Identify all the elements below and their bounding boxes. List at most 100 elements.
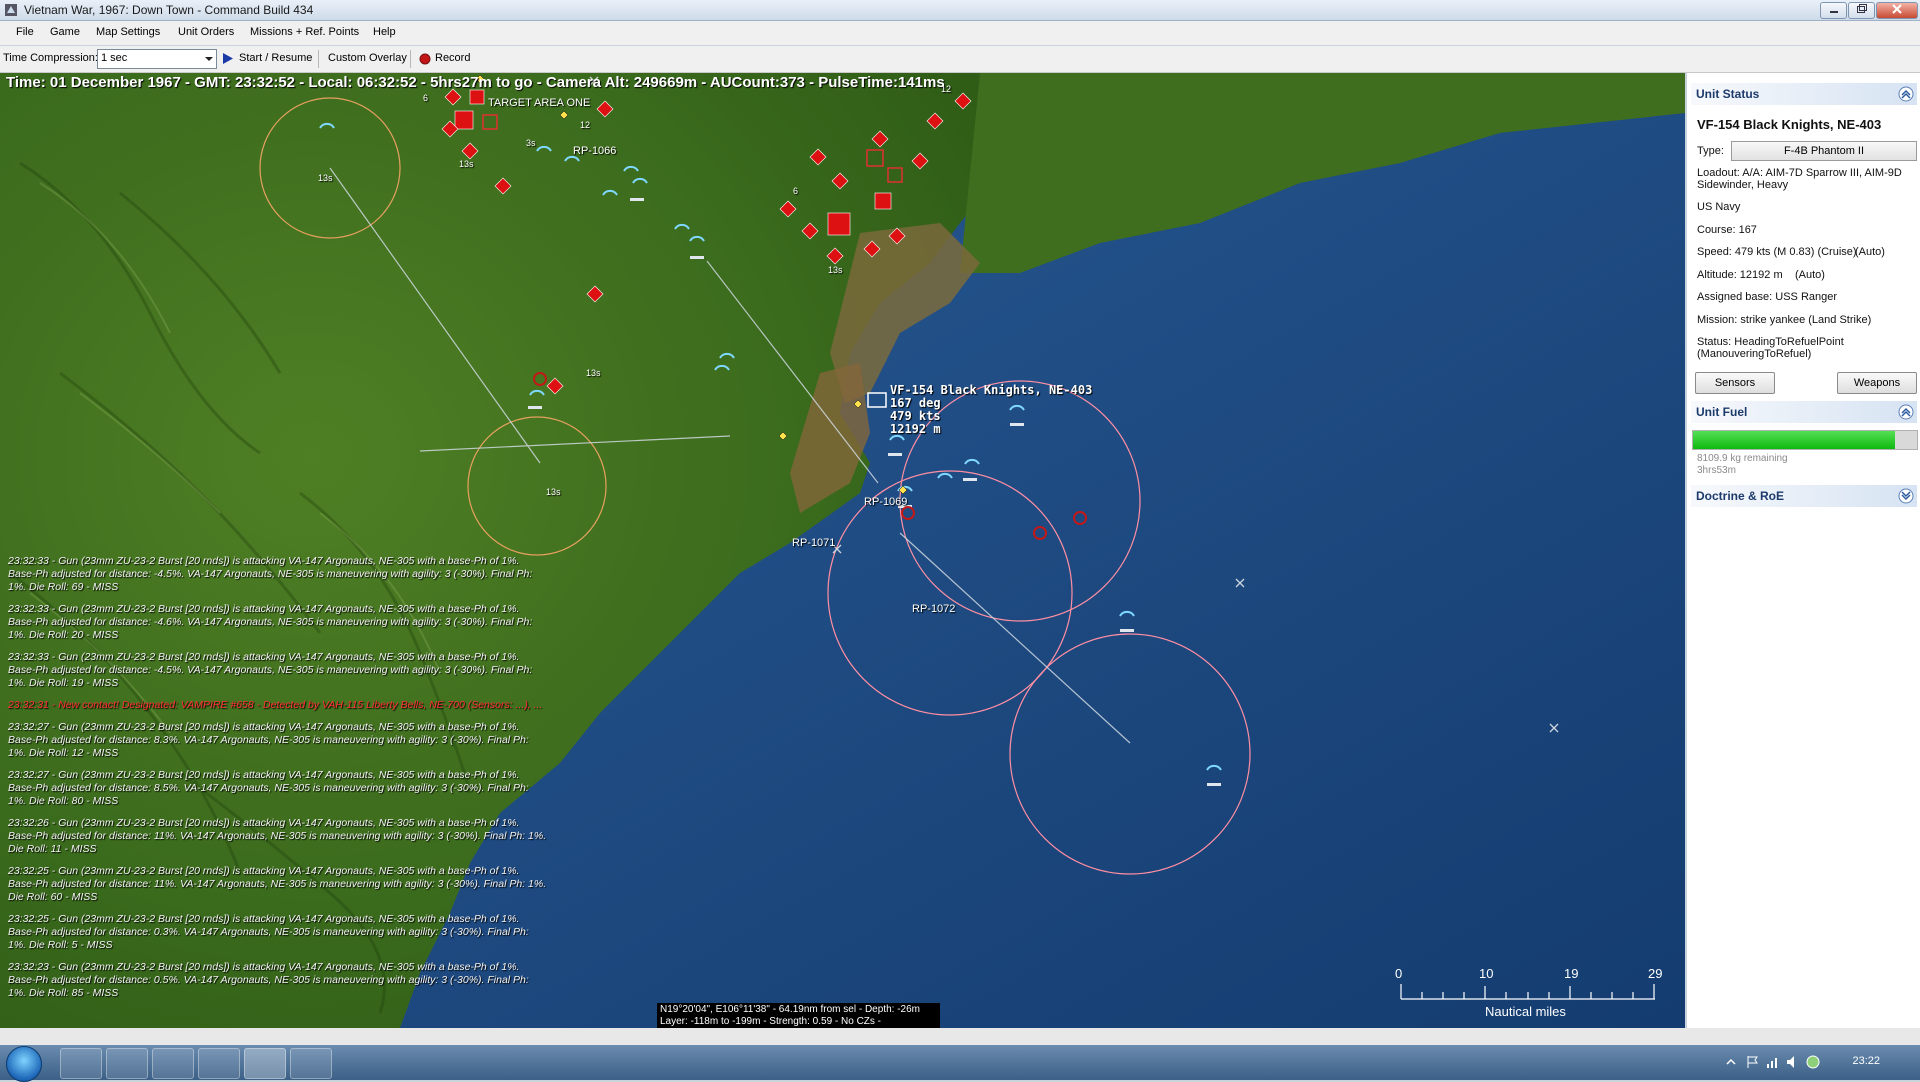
log-entry: 23:32:27 - Gun (23mm ZU-23-2 Burst [20 r… [8, 769, 529, 807]
unit-status-panel: Unit Status VF-154 Black Knights, NE-403… [1687, 73, 1920, 1028]
close-button[interactable] [1876, 2, 1918, 19]
selected-unit-altitude: 12192 m [890, 422, 941, 436]
scale-tick-label: 10 [1479, 966, 1494, 981]
play-icon[interactable] [222, 52, 234, 65]
start-button[interactable] [6, 1046, 42, 1082]
tactical-map[interactable]: Time: 01 December 1967 - GMT: 23:32:52 -… [0, 73, 1685, 1028]
time-compression-select[interactable]: 1 sec [97, 49, 217, 69]
menu-game[interactable]: Game [50, 26, 80, 38]
map-status-line: Time: 01 December 1967 - GMT: 23:32:52 -… [6, 74, 945, 91]
unit-count-label: 13s [459, 159, 474, 169]
ref-point-label: RP-1069 [864, 496, 908, 508]
unit-status: Status: HeadingToRefuelPoint [1697, 336, 1844, 348]
unit-speed: Speed: 479 kts (M 0.83) (Cruise) [1697, 246, 1857, 258]
ref-point-label: RP-1072 [912, 603, 956, 615]
cursor-coordinates: N19°20'04", E106°11'38" - 64.19nm from s… [660, 1004, 920, 1015]
tray-expand-icon[interactable] [1726, 1057, 1736, 1067]
window-bottom-border [0, 1028, 1920, 1045]
menu-file[interactable]: File [16, 26, 34, 38]
log-entry: 23:32:33 - Gun (23mm ZU-23-2 Burst [20 r… [8, 651, 533, 689]
log-entry: 23:32:27 - Gun (23mm ZU-23-2 Burst [20 r… [8, 721, 529, 759]
type-label: Type: [1697, 145, 1724, 157]
unit-count-label: 6 [423, 93, 429, 103]
record-button[interactable]: Record [435, 52, 470, 64]
custom-overlay-button[interactable]: Custom Overlay [328, 52, 407, 64]
fuel-bar-fill [1693, 431, 1895, 449]
log-entry: 23:32:33 - Gun (23mm ZU-23-2 Burst [20 r… [8, 603, 533, 641]
toolbar-divider [318, 50, 319, 68]
unit-altitude: Altitude: 12192 m [1697, 269, 1783, 281]
taskbar-browser-icon[interactable] [152, 1048, 194, 1079]
ref-point-label: RP-1066 [573, 145, 617, 157]
menu-unit-orders[interactable]: Unit Orders [178, 26, 234, 38]
time-compression-label: Time Compression: [3, 52, 98, 64]
window-title: Vietnam War, 1967: Down Town - Command B… [24, 3, 314, 17]
assigned-base: Assigned base: USS Ranger [1697, 291, 1838, 303]
unit-substatus: (ManouveringToRefuel) [1697, 348, 1812, 360]
restore-button[interactable] [1848, 2, 1875, 19]
toolbar-divider [410, 50, 411, 68]
unit-fuel-header[interactable]: Unit Fuel [1691, 401, 1917, 423]
unit-fuel-title: Unit Fuel [1696, 405, 1748, 419]
menu-map-settings[interactable]: Map Settings [96, 26, 160, 38]
unit-count-label: 6 [793, 186, 799, 196]
fuel-time: 3hrs53m [1697, 465, 1736, 476]
expand-icon[interactable] [1898, 488, 1914, 504]
clock: 23:22 [1852, 1055, 1880, 1067]
network-icon[interactable] [1766, 1055, 1780, 1069]
taskbar-media-icon[interactable] [106, 1048, 148, 1079]
speed-auto-link[interactable]: (Auto) [1855, 246, 1885, 258]
ref-point-label: RP-1071 [792, 537, 836, 549]
target-area-label: TARGET AREA ONE [488, 97, 591, 109]
scale-bar: 0 10 19 29 Nautical miles [1395, 966, 1665, 1021]
record-icon[interactable] [419, 53, 431, 65]
taskbar-explorer-icon[interactable] [60, 1048, 102, 1079]
log-entry: 23:32:23 - Gun (23mm ZU-23-2 Burst [20 r… [8, 961, 529, 999]
log-entry-alert: 23:32:31 - New contact! Designated: VAMP… [8, 699, 543, 711]
unit-side: US Navy [1697, 201, 1741, 213]
sensors-button[interactable]: Sensors [1695, 372, 1775, 394]
taskbar: 23:22 [0, 1045, 1920, 1082]
flag-icon[interactable] [1746, 1055, 1760, 1069]
taskbar-app-icon[interactable] [198, 1048, 240, 1079]
minimize-button[interactable] [1820, 2, 1847, 19]
unit-status-header[interactable]: Unit Status [1691, 83, 1917, 105]
unit-count-label: 13s [318, 173, 333, 183]
system-tray: 23:22 [1710, 1045, 1920, 1080]
taskbar-command-icon[interactable] [244, 1048, 286, 1079]
fuel-remaining: 8109.9 kg remaining [1697, 453, 1788, 464]
scale-tick-label: 29 [1648, 966, 1663, 981]
menu-missions[interactable]: Missions + Ref. Points [250, 26, 359, 38]
start-resume-button[interactable]: Start / Resume [239, 52, 312, 64]
doctrine-header[interactable]: Doctrine & RoE [1691, 485, 1917, 507]
unit-count-label: 13s [586, 368, 601, 378]
scale-ruler [1400, 984, 1655, 1000]
scale-units: Nautical miles [1485, 1004, 1566, 1019]
unit-count-label: 3s [526, 138, 536, 148]
scale-tick-label: 0 [1395, 966, 1403, 981]
unit-status-title: Unit Status [1696, 87, 1760, 101]
taskbar-tool-icon[interactable] [290, 1048, 332, 1079]
log-entry: 23:32:33 - Gun (23mm ZU-23-2 Burst [20 r… [8, 555, 533, 593]
unit-type-button[interactable]: F-4B Phantom II [1731, 141, 1917, 161]
cursor-info-box: N19°20'04", E106°11'38" - 64.19nm from s… [657, 1003, 940, 1028]
cursor-layer-info: Layer: -118m to -199m - Strength: 0.59 -… [660, 1016, 882, 1027]
security-icon[interactable] [1806, 1055, 1820, 1069]
fuel-bar [1692, 430, 1918, 450]
unit-count-label: 13s [546, 487, 561, 497]
altitude-auto-link[interactable]: (Auto) [1795, 269, 1825, 281]
menu-help[interactable]: Help [373, 26, 396, 38]
message-log: 23:32:33 - Gun (23mm ZU-23-2 Burst [20 r… [8, 555, 548, 1009]
log-entry: 23:32:25 - Gun (23mm ZU-23-2 Burst [20 r… [8, 913, 529, 951]
volume-icon[interactable] [1786, 1055, 1800, 1069]
unit-count-label: 12 [941, 84, 952, 94]
toolbar: Time Compression: 1 sec Start / Resume C… [0, 46, 1920, 73]
weapons-button[interactable]: Weapons [1837, 372, 1917, 394]
collapse-icon[interactable] [1898, 86, 1914, 102]
unit-count-label: 13s [828, 265, 843, 275]
chevron-down-icon [205, 57, 213, 61]
unit-loadout: Loadout: A/A: AIM-7D Sparrow III, AIM-9D… [1697, 167, 1902, 191]
collapse-icon[interactable] [1898, 404, 1914, 420]
log-entry: 23:32:26 - Gun (23mm ZU-23-2 Burst [20 r… [8, 817, 547, 855]
unit-count-label: 12 [580, 120, 591, 130]
